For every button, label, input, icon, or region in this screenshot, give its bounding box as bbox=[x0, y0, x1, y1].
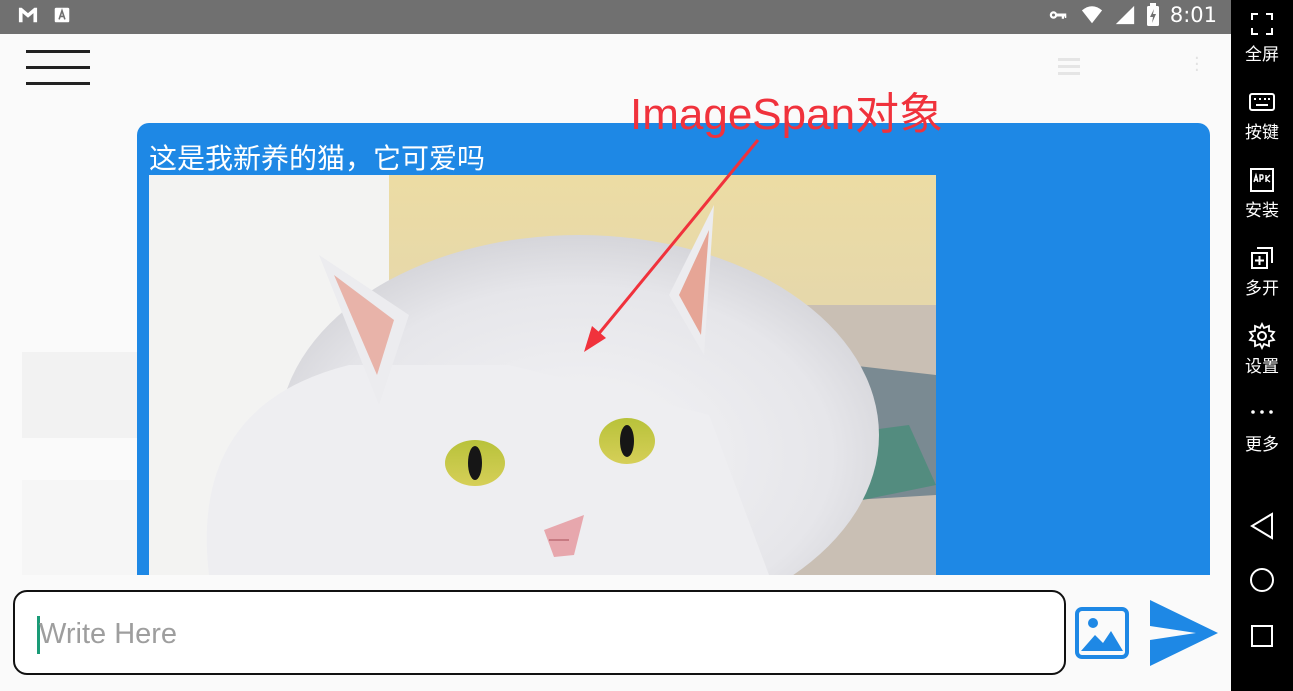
wifi-icon bbox=[1081, 6, 1102, 24]
faint-list-icon bbox=[1058, 58, 1080, 76]
more-dots-icon bbox=[1251, 410, 1273, 414]
message-image[interactable] bbox=[149, 175, 936, 575]
gmail-icon bbox=[18, 7, 38, 23]
clock: 8:01 bbox=[1169, 3, 1217, 27]
a-badge-icon bbox=[54, 7, 70, 23]
menu-button[interactable] bbox=[26, 50, 90, 88]
sidebar-item-label: 全屏 bbox=[1245, 45, 1279, 65]
key-icon bbox=[1049, 11, 1067, 19]
sidebar-item-more[interactable]: 更多 bbox=[1231, 400, 1293, 455]
message-text: 这是我新养的猫，它可爱吗 bbox=[149, 142, 486, 175]
multi-window-icon bbox=[1251, 247, 1273, 269]
image-icon[interactable] bbox=[1075, 607, 1129, 659]
sidebar-item-label: 安装 bbox=[1245, 201, 1279, 221]
fullscreen-icon bbox=[1251, 13, 1273, 35]
gear-icon bbox=[1248, 322, 1276, 350]
input-placeholder: Write Here bbox=[39, 618, 178, 650]
app-screen: 8:01 · · · 这是我新养的猫，它可爱吗 ImageSpan对象 Writ… bbox=[0, 0, 1231, 691]
sidebar-item-label: 更多 bbox=[1245, 435, 1279, 455]
send-icon[interactable] bbox=[1148, 598, 1220, 668]
cat-photo bbox=[149, 175, 936, 575]
sidebar-item-fullscreen[interactable]: 全屏 bbox=[1231, 10, 1293, 65]
background-list-item bbox=[22, 352, 137, 438]
back-icon[interactable] bbox=[1231, 506, 1293, 546]
recents-icon[interactable] bbox=[1231, 616, 1293, 656]
sidebar-item-keys[interactable]: 按键 bbox=[1231, 88, 1293, 143]
battery-charging-icon bbox=[1146, 3, 1159, 26]
sidebar-item-install[interactable]: 安装 bbox=[1231, 166, 1293, 221]
hamburger-line bbox=[26, 82, 90, 85]
sidebar-item-settings[interactable]: 设置 bbox=[1231, 322, 1293, 377]
sidebar-item-multi[interactable]: 多开 bbox=[1231, 244, 1293, 299]
sidebar-item-label: 设置 bbox=[1245, 357, 1279, 377]
status-bar: 8:01 bbox=[0, 0, 1231, 34]
emulator-sidebar: 全屏 按键 安装 多开 设置 更多 bbox=[1231, 0, 1293, 691]
background-list-item bbox=[22, 480, 137, 575]
annotation-label: ImageSpan对象 bbox=[630, 90, 944, 139]
hamburger-line bbox=[26, 50, 90, 53]
sidebar-item-label: 多开 bbox=[1245, 279, 1279, 299]
apk-icon bbox=[1250, 168, 1274, 192]
annotation-arrow bbox=[584, 139, 760, 352]
sidebar-item-label: 按键 bbox=[1245, 123, 1279, 143]
message-input[interactable]: Write Here bbox=[13, 590, 1066, 675]
keyboard-icon bbox=[1249, 93, 1275, 111]
hamburger-line bbox=[26, 66, 90, 69]
faint-overflow-icon: · · · bbox=[1194, 48, 1200, 81]
signal-icon bbox=[1115, 5, 1134, 25]
home-icon[interactable] bbox=[1231, 560, 1293, 600]
